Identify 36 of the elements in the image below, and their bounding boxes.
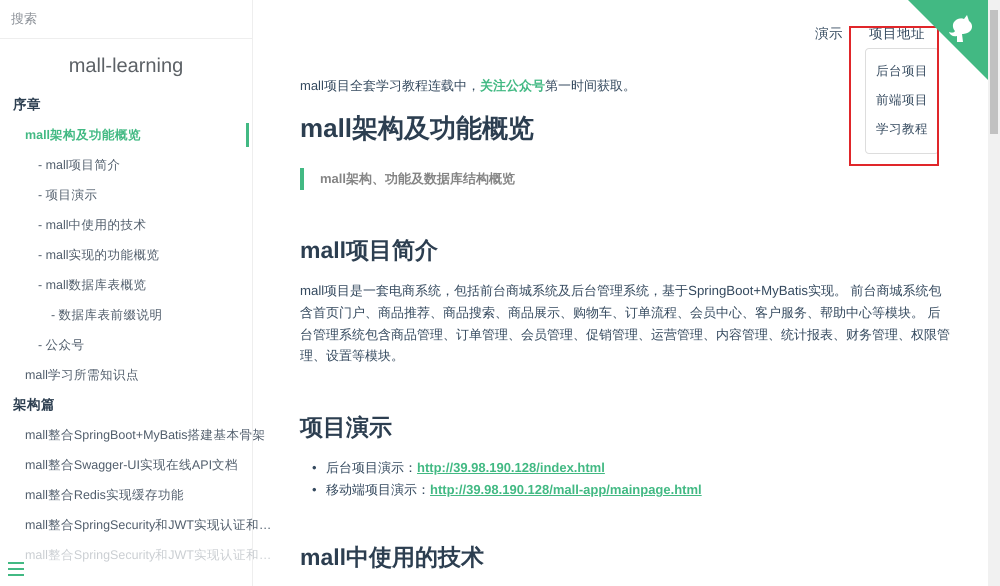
sidebar-item[interactable]: mall整合Redis实现缓存功能 — [25, 480, 184, 510]
nav-link[interactable]: 项目地址 — [869, 24, 925, 44]
page-title: mall架构及功能概览 — [300, 112, 534, 145]
menu-item[interactable]: 前端项目 — [876, 90, 928, 110]
list-label: 移动端项目演示： — [326, 482, 430, 498]
active-indicator — [246, 123, 249, 147]
menu-icon[interactable] — [8, 562, 24, 576]
section-heading: 架构篇 — [12, 396, 56, 414]
list-label: 后台项目演示： — [326, 460, 417, 476]
menu-item[interactable]: 后台项目 — [876, 61, 928, 81]
section-heading: 序章 — [12, 96, 42, 114]
notice-text: mall项目全套学习教程连载中，关注公众号第一时间获取。 — [300, 77, 637, 95]
sidebar-item[interactable]: mall学习所需知识点 — [25, 360, 139, 390]
sidebar-item[interactable]: mall整合SpringBoot+MyBatis搭建基本骨架 — [25, 420, 266, 450]
search-field[interactable]: 搜索 — [10, 8, 244, 29]
section-heading: mall中使用的技术 — [300, 543, 484, 572]
sidebar-item[interactable]: mall整合Swagger-UI实现在线API文档 — [25, 450, 238, 480]
bullet: • — [312, 481, 318, 500]
section-heading: 项目演示 — [300, 413, 392, 442]
sidebar-item[interactable]: - mall实现的功能概览 — [38, 240, 160, 270]
app-name: mall-learning — [68, 55, 184, 78]
sidebar-item[interactable]: - 数据库表前缀说明 — [51, 300, 163, 330]
sidebar-item[interactable]: mall整合SpringSecurity和JWT实现认证和… — [25, 510, 272, 540]
sidebar-item[interactable]: - 公众号 — [38, 330, 85, 360]
sidebar-item[interactable]: - 项目演示 — [38, 180, 98, 210]
scrollbar[interactable] — [988, 0, 1000, 586]
section-heading: mall项目简介 — [300, 236, 438, 265]
menu-item[interactable]: 学习教程 — [876, 119, 928, 139]
sidebar-item[interactable]: - mall中使用的技术 — [38, 210, 147, 240]
quote-text: mall架构、功能及数据库结构概览 — [320, 170, 516, 188]
paragraph: mall项目是一套电商系统，包括前台商城系统及后台管理系统，基于SpringBoot+MyBatis实现。 前台商城系统包含首页门户、商品推荐、商品搜索、商品展示、购物车、订单流程、会员中心、客户服务、帮助中心等模块。 后台管理系统包含商品管理、订单管理、会员管理、促销管理、运营管理、内容管理、统计报表、财务管理、权限管理、设置等模块。 — [300, 282, 951, 366]
scrollbar-thumb[interactable] — [990, 10, 998, 134]
sidebar-item[interactable]: - mall数据库表概览 — [38, 270, 147, 300]
bullet: • — [312, 459, 318, 478]
nav-link[interactable]: 演示 — [815, 24, 843, 44]
sidebar-item[interactable]: - mall项目简介 — [38, 150, 121, 180]
